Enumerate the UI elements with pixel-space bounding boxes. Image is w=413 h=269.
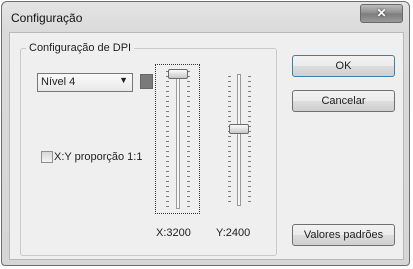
cancel-button[interactable]: Cancelar xyxy=(292,90,395,112)
level-select-value: Nível 4 xyxy=(41,76,76,88)
aspect-ratio-label: X:Y proporção 1:1 xyxy=(54,151,143,163)
chevron-down-icon: ▼ xyxy=(119,75,128,85)
dialog-window: Configuração ✕ Configuração de DPI Nível… xyxy=(1,1,410,266)
y-dpi-label: Y:2400 xyxy=(216,227,251,239)
dpi-group-label: Configuração de DPI xyxy=(26,42,135,54)
y-slider-ticks-right xyxy=(248,76,251,204)
level-select[interactable]: Nível 4 ▼ xyxy=(37,73,133,92)
x-slider-ticks-left xyxy=(166,71,169,207)
y-slider-ticks-left xyxy=(228,76,231,204)
x-dpi-slider[interactable] xyxy=(155,64,200,214)
close-icon: ✕ xyxy=(376,6,387,20)
dialog-body: Configuração de DPI Nível 4 ▼ X:Y propor… xyxy=(9,32,404,260)
x-slider-track xyxy=(176,69,180,209)
window-title: Configuração xyxy=(11,11,83,25)
color-swatch xyxy=(140,74,153,89)
y-dpi-slider[interactable] xyxy=(222,70,256,210)
defaults-button[interactable]: Valores padrões xyxy=(292,224,395,246)
y-slider-thumb[interactable] xyxy=(229,123,249,134)
x-dpi-label: X:3200 xyxy=(156,227,191,239)
y-slider-track xyxy=(237,74,241,206)
ok-button[interactable]: OK xyxy=(292,55,395,77)
title-bar: Configuração ✕ xyxy=(2,2,409,32)
x-slider-ticks-right xyxy=(187,71,190,207)
close-button[interactable]: ✕ xyxy=(360,4,403,23)
x-slider-thumb[interactable] xyxy=(168,69,188,79)
aspect-ratio-checkbox[interactable] xyxy=(41,151,53,163)
